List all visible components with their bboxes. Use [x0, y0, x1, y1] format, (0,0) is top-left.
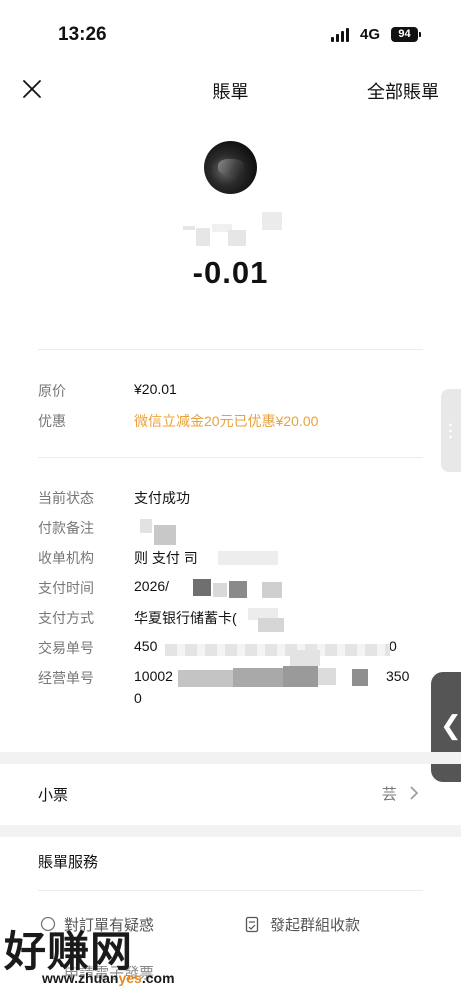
watermark-url-suffix: .com: [141, 970, 175, 986]
row-label: 优惠: [38, 413, 66, 429]
discount-value: 微信立减金20元已优惠¥20.00: [134, 413, 319, 429]
row-label: 付款备注: [38, 520, 94, 536]
row-value-line2: 0: [134, 690, 142, 706]
row-label: 收单机构: [38, 550, 94, 566]
transaction-no-redacted: [165, 644, 390, 656]
section-separator: [0, 825, 461, 837]
watermark-url-prefix: www.zhuan: [42, 970, 119, 986]
receipt-title: 小票: [38, 787, 69, 804]
merchant-avatar: [204, 141, 257, 194]
floating-side-tab[interactable]: [441, 389, 461, 472]
receipt-right-text: 芸: [381, 786, 397, 803]
divider: [38, 457, 423, 458]
watermark-url: www.zhuanyes.com: [42, 970, 175, 986]
row-value: 则 支付 司: [134, 550, 198, 566]
nav-bar: 賬單 全部賬單: [0, 70, 461, 110]
chevron-right-icon: [410, 786, 419, 800]
acquirer-redacted: [218, 551, 278, 565]
row-label: 交易单号: [38, 640, 94, 656]
signal-icon: [331, 28, 349, 42]
receipt-row[interactable]: 小票 芸: [0, 762, 461, 828]
document-icon: [245, 916, 259, 933]
receipt-value: 芸: [382, 783, 419, 804]
watermark-url-accent: yes: [118, 970, 142, 986]
divider: [38, 349, 423, 350]
site-watermark: 好赚网 www.zhuanyes.com: [4, 918, 175, 986]
row-label: 支付时间: [38, 580, 94, 596]
row-value-end: 0: [389, 638, 397, 654]
row-value: 华夏银行储蓄卡(: [134, 610, 237, 626]
all-bills-link[interactable]: 全部賬單: [367, 78, 439, 104]
row-value-end: 350: [386, 668, 410, 684]
row-label: 当前状态: [38, 490, 94, 506]
divider: [38, 890, 423, 891]
battery-icon: 94: [391, 27, 418, 42]
row-value: 2026/: [134, 578, 170, 594]
amount: -0.01: [192, 255, 269, 290]
drag-handle-icon: [449, 422, 452, 439]
service-label: 發起群組收款: [270, 917, 361, 934]
chevron-left-icon: ❮: [440, 710, 461, 740]
row-value: ¥20.01: [134, 381, 177, 397]
row-label: 经营单号: [38, 670, 94, 686]
group-collection-item[interactable]: 發起群組收款: [245, 914, 360, 935]
row-label: 支付方式: [38, 610, 94, 626]
battery-tip: [419, 32, 421, 37]
row-value: 支付成功: [134, 490, 190, 506]
status-time: 13:26: [58, 24, 107, 45]
network-type: 4G: [360, 26, 381, 43]
status-bar: 13:26 4G 94: [0, 0, 461, 70]
bill-services-title: 賬單服務: [38, 854, 99, 871]
row-label: 原价: [38, 383, 66, 399]
